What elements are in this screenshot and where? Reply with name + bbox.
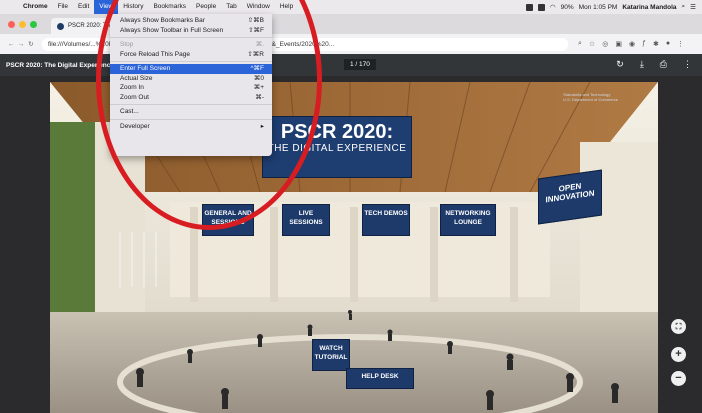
menu-item-shortcut: ⇧⌘R [247, 50, 264, 58]
banner-title: PSCR 2020: [280, 121, 394, 143]
menu-window[interactable]: Window [242, 0, 275, 14]
menu-separator [110, 104, 272, 105]
battery-label[interactable]: 90% [561, 4, 574, 11]
tab-favicon [57, 22, 64, 30]
window-controls [8, 20, 37, 28]
main-banner: PSCR 2020: THE DIGITAL EXPERIENCE [262, 116, 412, 178]
menu-item-label: Force Reload This Page [120, 50, 190, 58]
view-dropdown-menu: Always Show Bookmarks Bar ⇧⌘B Always Show… [110, 14, 272, 156]
menu-item-shortcut: ⌘0 [253, 74, 264, 82]
macos-menu-bar: Chrome File Edit View History Bookmarks … [0, 0, 702, 14]
menu-item-label: Always Show Toolbar in Full Screen [120, 26, 224, 34]
fit-page-icon[interactable]: ⛶ [671, 319, 686, 334]
sign-general-sessions[interactable]: GENERAL AND SESSIONS [202, 204, 254, 236]
menu-item-show-bookmarks-bar[interactable]: Always Show Bookmarks Bar ⇧⌘B [110, 16, 272, 26]
chrome-menu-icon[interactable]: ⋮ [677, 40, 684, 48]
profile-avatar-icon[interactable]: ● [666, 40, 670, 48]
menu-separator [110, 61, 272, 62]
menu-file[interactable]: File [53, 0, 73, 14]
app-status-icon[interactable] [525, 3, 533, 11]
menu-item-shortcut: ⇧⌘B [247, 17, 264, 24]
back-arrow-icon[interactable]: ← [6, 41, 16, 48]
sign-live-sessions[interactable]: LIVE SESSIONS [282, 204, 330, 236]
bookmark-star-icon[interactable]: ☆ [589, 40, 595, 48]
pdf-actions: ↻ ⤓ ⎙ ⋮ [616, 59, 692, 70]
menu-item-stop: Stop ⌘. [110, 40, 272, 50]
zoom-icon[interactable]: ⌕ [578, 40, 582, 48]
sign-help-desk[interactable]: HELP DESK [346, 368, 414, 389]
menu-item-label: Zoom Out [120, 93, 149, 101]
menu-item-label: Actual Size [120, 74, 153, 82]
menu-item-zoom-out[interactable]: Zoom Out ⌘- [110, 93, 272, 103]
menu-item-shortcut: ⌘+ [253, 84, 264, 91]
menu-tab[interactable]: Tab [221, 0, 241, 14]
forward-arrow-icon[interactable]: → [16, 41, 26, 48]
browser-toolbar: ← → ↻ file:///Volumes/...%20PSCR%20PM0%2… [0, 34, 702, 54]
menu-item-show-toolbar-fullscreen[interactable]: Always Show Toolbar in Full Screen ⇧⌘F [110, 26, 272, 36]
page-indicator[interactable]: 1 / 170 [344, 59, 376, 70]
menu-history[interactable]: History [118, 0, 148, 14]
extension-icon-4[interactable]: ƒ [642, 40, 646, 48]
menu-help[interactable]: Help [275, 0, 298, 14]
status-area: ◠ 90% Mon 1:05 PM Katarina Mandola ⌕ ☰ [525, 3, 702, 11]
menu-item-actual-size[interactable]: Actual Size ⌘0 [110, 74, 272, 84]
tab-title: PSCR 2020: The [68, 23, 114, 29]
menu-item-enter-full-screen[interactable]: Enter Full Screen ^⌘F [110, 64, 272, 74]
zoom-in-icon[interactable]: + [671, 347, 686, 362]
menu-item-label: Cast... [120, 108, 139, 115]
wifi-icon[interactable]: ◠ [550, 3, 556, 11]
app-status-icon-2[interactable] [537, 3, 545, 11]
reload-icon[interactable]: ↻ [26, 40, 36, 48]
menu-item-shortcut: ⌘- [255, 93, 264, 101]
menu-chrome[interactable]: Chrome [18, 0, 53, 14]
close-window-icon[interactable] [8, 20, 15, 28]
menu-view[interactable]: View [94, 0, 119, 14]
menu-item-shortcut: ⇧⌘F [248, 26, 264, 34]
user-name[interactable]: Katarina Mandola [622, 4, 676, 11]
sign-watch-tutorial[interactable]: WATCH TUTORIAL [312, 339, 350, 371]
menu-separator [110, 37, 272, 38]
extension-icon-3[interactable]: ◉ [629, 40, 635, 48]
extension-icon[interactable]: ◎ [602, 40, 608, 48]
menu-item-zoom-in[interactable]: Zoom In ⌘+ [110, 83, 272, 93]
spotlight-search-icon[interactable]: ⌕ [682, 3, 686, 11]
more-options-icon[interactable]: ⋮ [683, 59, 692, 70]
browser-tab-strip: PSCR 2020: The [0, 14, 702, 34]
minimize-window-icon[interactable] [19, 20, 26, 28]
print-icon[interactable]: ⎙ [660, 59, 667, 70]
download-icon[interactable]: ⤓ [640, 59, 644, 70]
menu-item-label: Stop [120, 41, 134, 48]
zoom-out-icon[interactable]: − [671, 371, 686, 386]
menu-item-shortcut: ^⌘F [250, 65, 264, 72]
menu-separator [110, 118, 272, 120]
nist-logo-text: Standards and Technology U.S. Department… [563, 92, 618, 102]
menu-item-label: Zoom In [120, 84, 144, 91]
menu-item-label: Enter Full Screen [120, 65, 171, 72]
menu-item-force-reload[interactable]: Force Reload This Page ⇧⌘R [110, 50, 272, 60]
extensions-puzzle-icon[interactable]: ✱ [653, 40, 659, 48]
rotate-icon[interactable]: ↻ [616, 59, 624, 70]
menu-item-label: Developer [120, 122, 150, 130]
control-center-icon[interactable]: ☰ [690, 3, 696, 11]
sign-tech-demos[interactable]: TECH DEMOS [362, 204, 410, 236]
maximize-window-icon[interactable] [30, 20, 37, 28]
submenu-arrow-icon: ▸ [260, 122, 264, 130]
sign-open-innovation[interactable]: OPEN INNOVATION [538, 169, 602, 225]
sign-networking-lounge[interactable]: NETWORKING LOUNGE [440, 204, 496, 236]
nist-line-2: U.S. Department of Commerce [563, 97, 618, 102]
toolbar-icons: ⌕ ☆ ◎ ▣ ◉ ƒ ✱ ● ⋮ [578, 40, 684, 48]
menu-item-label: Always Show Bookmarks Bar [120, 17, 205, 24]
menu-item-developer[interactable]: Developer ▸ [110, 122, 272, 132]
clock[interactable]: Mon 1:05 PM [579, 4, 618, 11]
pdf-viewer-toolbar: PSCR 2020: The Digital Experience 1 / 17… [0, 54, 702, 76]
menu-people[interactable]: People [191, 0, 221, 14]
menu-item-cast[interactable]: Cast... [110, 107, 272, 117]
banner-subtitle: THE DIGITAL EXPERIENCE [267, 143, 407, 154]
menu-item-shortcut: ⌘. [255, 41, 264, 48]
menu-edit[interactable]: Edit [73, 0, 94, 14]
pdf-title: PSCR 2020: The Digital Experience [6, 61, 115, 69]
menu-bookmarks[interactable]: Bookmarks [148, 0, 191, 14]
extension-icon-2[interactable]: ▣ [615, 40, 622, 48]
